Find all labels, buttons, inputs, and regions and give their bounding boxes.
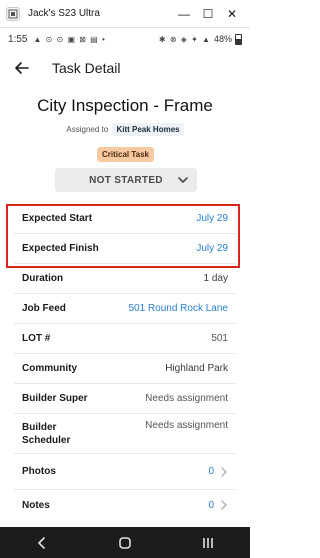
- page-title: Task Detail: [52, 60, 121, 76]
- detail-row-builder-scheduler[interactable]: Builder Scheduler Needs assignment: [14, 414, 236, 454]
- window-title: Jack's S23 Ultra: [28, 8, 100, 19]
- detail-label: Expected Finish: [22, 243, 99, 254]
- task-status-value: NOT STARTED: [89, 174, 163, 186]
- detail-row-lot: LOT # 501: [14, 324, 236, 354]
- chevron-right-icon: [221, 466, 227, 477]
- job-feed-link[interactable]: 501 Round Rock Lane: [128, 303, 228, 314]
- builder-scheduler-value[interactable]: Needs assignment: [145, 420, 228, 431]
- status-time: 1:55: [8, 33, 28, 45]
- detail-row-job-feed[interactable]: Job Feed 501 Round Rock Lane: [14, 294, 236, 324]
- window-titlebar: Jack's S23 Ultra — ☐ ✕: [0, 0, 250, 28]
- assigned-line: Assigned to Kitt Peak Homes: [0, 123, 250, 136]
- builder-super-value[interactable]: Needs assignment: [145, 393, 228, 404]
- expected-start-value[interactable]: July 29: [196, 213, 228, 224]
- detail-row-photos[interactable]: Photos 0: [14, 454, 236, 490]
- chevron-right-icon: [221, 500, 227, 510]
- app-icon: [6, 6, 20, 21]
- duration-value: 1 day: [203, 273, 228, 284]
- battery-icon: [235, 33, 242, 45]
- expected-finish-value[interactable]: July 29: [196, 243, 228, 254]
- back-arrow-icon[interactable]: [12, 58, 32, 78]
- notification-icons: ▲ ⊙ ⊙ ▣ ⊠ ▤ •: [33, 34, 106, 44]
- detail-row-community: Community Highland Park: [14, 354, 236, 384]
- android-nav-bar: [0, 527, 250, 558]
- notes-count: 0: [208, 499, 214, 511]
- community-value: Highland Park: [165, 363, 228, 374]
- task-status-dropdown[interactable]: NOT STARTED: [55, 168, 197, 192]
- status-bar: 1:55 ▲ ⊙ ⊙ ▣ ⊠ ▤ • ✱ ⊗ ◈ ✦ ▲ 48%: [0, 28, 250, 50]
- detail-row-expected-finish[interactable]: Expected Finish July 29: [14, 234, 236, 264]
- detail-label: Community: [22, 363, 77, 374]
- detail-label: Builder Scheduler: [22, 421, 71, 446]
- detail-label: Expected Start: [22, 213, 93, 224]
- task-details-list: Expected Start July 29 Expected Finish J…: [14, 204, 236, 520]
- photos-count: 0: [208, 466, 214, 477]
- detail-row-builder-super[interactable]: Builder Super Needs assignment: [14, 384, 236, 414]
- detail-label: Job Feed: [22, 303, 66, 314]
- detail-label: Notes: [22, 499, 50, 511]
- priority-badge: Critical Task: [97, 147, 154, 162]
- close-button[interactable]: ✕: [220, 7, 244, 21]
- task-title: City Inspection - Frame: [37, 96, 213, 115]
- detail-label: Duration: [22, 273, 64, 284]
- lot-value: 501: [211, 333, 228, 344]
- detail-label: LOT #: [22, 333, 51, 344]
- back-nav-icon[interactable]: [27, 533, 57, 553]
- app-header: Task Detail: [0, 50, 250, 86]
- system-icons: ✱ ⊗ ◈ ✦ ▲: [158, 34, 211, 44]
- recents-nav-icon[interactable]: [193, 533, 223, 553]
- detail-label: Photos: [22, 466, 56, 477]
- detail-row-expected-start[interactable]: Expected Start July 29: [14, 204, 236, 234]
- detail-row-duration: Duration 1 day: [14, 264, 236, 294]
- battery-level: 48%: [213, 34, 232, 44]
- assigned-prefix: Assigned to: [66, 125, 109, 134]
- home-nav-icon[interactable]: [110, 533, 140, 553]
- detail-row-notes[interactable]: Notes 0: [14, 490, 236, 520]
- maximize-button[interactable]: ☐: [196, 7, 220, 21]
- assigned-company[interactable]: Kitt Peak Homes: [112, 123, 184, 136]
- detail-label: Builder Super: [22, 393, 88, 404]
- minimize-button[interactable]: —: [172, 7, 196, 21]
- chevron-down-icon: [178, 177, 188, 183]
